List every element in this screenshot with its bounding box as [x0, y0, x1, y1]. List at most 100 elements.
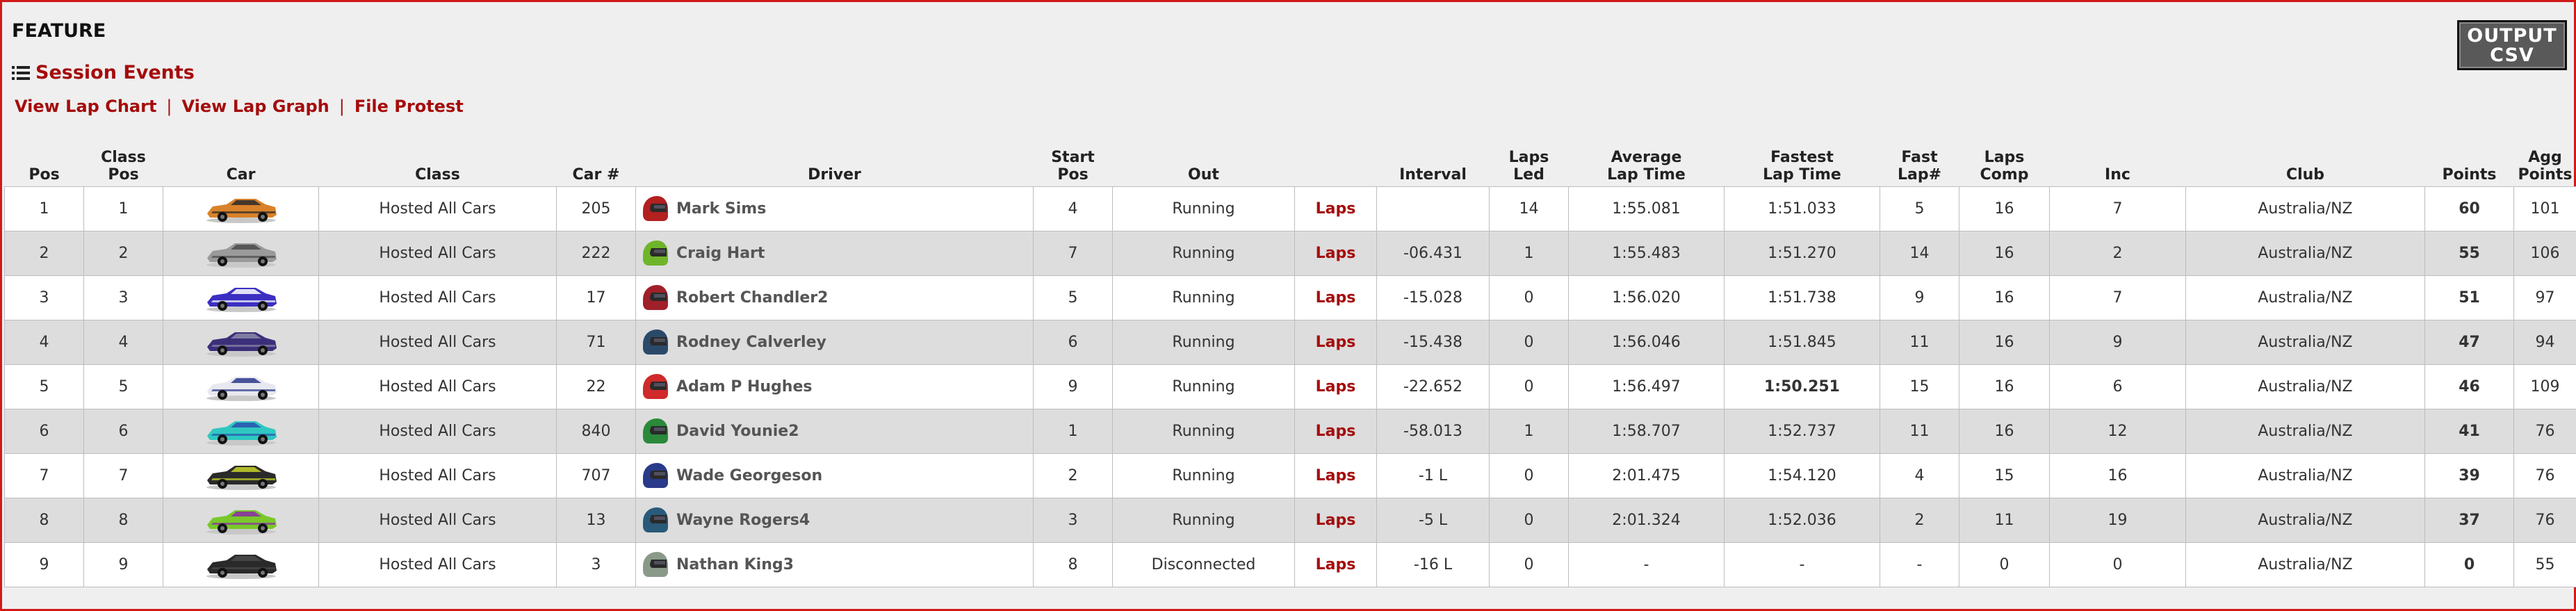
results-table: Pos Class Pos Car Class Car # Driver Sta…: [4, 144, 2576, 587]
driver-name-link[interactable]: Nathan King3: [676, 556, 794, 573]
col-club[interactable]: Club: [2186, 144, 2425, 186]
club-cell: Australia/NZ: [2185, 230, 2425, 276]
inc-cell: 7: [2049, 275, 2186, 320]
col-agg-points[interactable]: Agg Points: [2514, 144, 2576, 186]
results-body: 1 1 Hosted All Cars 205 Mark Sims 4 Runn…: [4, 186, 2576, 587]
average-lap-cell: 1:58.707: [1568, 408, 1725, 454]
average-lap-cell: 2:01.475: [1568, 453, 1725, 498]
laps-link[interactable]: Laps: [1316, 423, 1356, 440]
laps-comp-cell: 16: [1959, 186, 2050, 231]
driver-name-link[interactable]: Rodney Calverley: [676, 334, 826, 351]
class-cell: Hosted All Cars: [318, 275, 557, 320]
col-out[interactable]: Out: [1113, 144, 1295, 186]
pos-cell: 7: [4, 453, 84, 498]
out-cell: Disconnected: [1112, 541, 1295, 587]
laps-link[interactable]: Laps: [1316, 512, 1356, 529]
col-start-pos[interactable]: Start Pos: [1034, 144, 1113, 186]
col-car[interactable]: Car: [163, 144, 319, 186]
col-fast-lap-number[interactable]: Fast Lap#: [1880, 144, 1959, 186]
output-csv-button[interactable]: OUTPUT CSV: [2457, 20, 2567, 70]
col-car-number[interactable]: Car #: [557, 144, 636, 186]
laps-link[interactable]: Laps: [1316, 245, 1356, 262]
laps-comp-cell: 16: [1959, 230, 2050, 276]
points-cell: 60: [2424, 186, 2514, 231]
average-lap-cell: 1:56.046: [1568, 319, 1725, 365]
driver-name-link[interactable]: David Younie2: [676, 423, 799, 440]
class-pos-cell: 4: [83, 319, 163, 365]
col-average-lap[interactable]: Average Lap Time: [1569, 144, 1725, 186]
col-interval[interactable]: Interval: [1377, 144, 1490, 186]
pos-cell: 1: [4, 186, 84, 231]
agg-points-cell: 55: [2513, 541, 2576, 587]
class-cell: Hosted All Cars: [318, 497, 557, 543]
driver-name-link[interactable]: Robert Chandler2: [676, 289, 828, 307]
driver-name-link[interactable]: Wayne Rogers4: [676, 512, 810, 529]
class-cell: Hosted All Cars: [318, 230, 557, 276]
inc-cell: 16: [2049, 453, 2186, 498]
inc-cell: 12: [2049, 408, 2186, 454]
fastest-lap-cell: 1:51.845: [1724, 319, 1880, 365]
pos-cell: 5: [4, 364, 84, 409]
laps-link[interactable]: Laps: [1316, 334, 1356, 351]
col-laps-comp[interactable]: Laps Comp: [1959, 144, 2050, 186]
driver-name-link[interactable]: Craig Hart: [676, 245, 765, 262]
inc-cell: 9: [2049, 319, 2186, 365]
file-protest-link[interactable]: File Protest: [354, 97, 464, 116]
laps-led-cell: 0: [1489, 541, 1569, 587]
table-row: 5 5 Hosted All Cars 22 Adam P Hughes 9 R…: [4, 364, 2576, 409]
table-row: 8 8 Hosted All Cars 13 Wayne Rogers4 3 R…: [4, 497, 2576, 543]
laps-comp-cell: 16: [1959, 319, 2050, 365]
car-thumbnail-icon: [206, 377, 277, 401]
col-driver[interactable]: Driver: [636, 144, 1034, 186]
agg-points-cell: 76: [2513, 497, 2576, 543]
laps-link[interactable]: Laps: [1316, 556, 1356, 573]
pos-cell: 8: [4, 497, 84, 543]
interval-cell: -15.438: [1376, 319, 1490, 365]
laps-link-cell: Laps: [1294, 408, 1377, 454]
fastest-lap-cell: 1:51.033: [1724, 186, 1880, 231]
car-thumbnail-icon: [206, 421, 277, 446]
col-pos[interactable]: Pos: [5, 144, 84, 186]
col-class-pos[interactable]: Class Pos: [84, 144, 163, 186]
class-cell: Hosted All Cars: [318, 453, 557, 498]
car-thumbnail-icon: [206, 243, 277, 268]
col-class[interactable]: Class: [319, 144, 557, 186]
class-pos-cell: 7: [83, 453, 163, 498]
driver-helmet-icon: [643, 463, 668, 488]
fast-lap-number-cell: 5: [1880, 186, 1959, 231]
average-lap-cell: -: [1568, 541, 1725, 587]
interval-cell: -15.028: [1376, 275, 1490, 320]
points-cell: 39: [2424, 453, 2514, 498]
output-csv-line2: CSV: [2490, 44, 2534, 66]
class-pos-cell: 1: [83, 186, 163, 231]
col-inc[interactable]: Inc: [2050, 144, 2186, 186]
driver-name-link[interactable]: Wade Georgeson: [676, 467, 822, 484]
fastest-lap-cell: 1:52.737: [1724, 408, 1880, 454]
average-lap-cell: 1:55.483: [1568, 230, 1725, 276]
laps-link[interactable]: Laps: [1316, 378, 1356, 396]
car-thumbnail-icon: [206, 199, 277, 223]
laps-link[interactable]: Laps: [1316, 200, 1356, 218]
driver-name-link[interactable]: Adam P Hughes: [676, 378, 813, 396]
class-pos-cell: 8: [83, 497, 163, 543]
car-thumbnail-icon: [206, 332, 277, 357]
session-events-link[interactable]: Session Events: [12, 62, 195, 83]
view-lap-graph-link[interactable]: View Lap Graph: [182, 97, 329, 116]
driver-cell: Wade Georgeson: [635, 453, 1034, 498]
interval-cell: -58.013: [1376, 408, 1490, 454]
agg-points-cell: 97: [2513, 275, 2576, 320]
car-number-cell: 17: [556, 275, 636, 320]
col-points[interactable]: Points: [2425, 144, 2514, 186]
col-fastest-lap[interactable]: Fastest Lap Time: [1725, 144, 1880, 186]
car-thumbnail-icon: [206, 510, 277, 535]
laps-link[interactable]: Laps: [1316, 289, 1356, 307]
laps-link[interactable]: Laps: [1316, 467, 1356, 484]
driver-cell: Mark Sims: [635, 186, 1034, 231]
car-number-cell: 707: [556, 453, 636, 498]
points-cell: 55: [2424, 230, 2514, 276]
col-laps-led[interactable]: Laps Led: [1490, 144, 1569, 186]
view-lap-chart-link[interactable]: View Lap Chart: [15, 97, 156, 116]
driver-name-link[interactable]: Mark Sims: [676, 200, 766, 218]
out-cell: Running: [1112, 319, 1295, 365]
laps-link-cell: Laps: [1294, 497, 1377, 543]
